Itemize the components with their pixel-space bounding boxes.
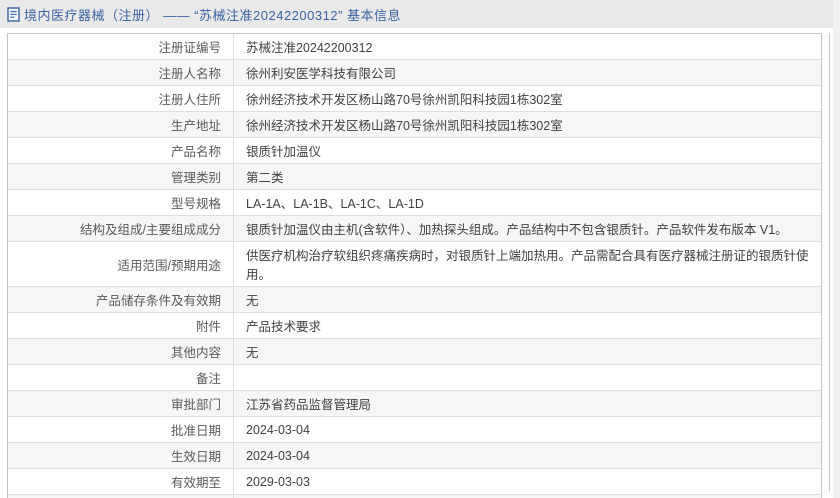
registration-info-table: 注册证编号 苏械注准20242200312 注册人名称 徐州利安医学科技有限公司… <box>7 33 822 498</box>
row-value: 第二类 <box>233 163 822 190</box>
row-value: 产品技术要求 <box>233 312 822 339</box>
table-row: 生效日期 2024-03-04 <box>7 442 822 469</box>
row-value: 徐州经济技术开发区杨山路70号徐州凯阳科技园1栋302室 <box>233 111 822 138</box>
row-value: 江苏省药品监督管理局 <box>233 390 822 417</box>
row-label: 审批部门 <box>7 390 234 417</box>
table-row: 批准日期 2024-03-04 <box>7 416 822 443</box>
row-label-text: 其他内容 <box>170 346 221 360</box>
page-title: 境内医疗器械（注册） —— “苏械注准20242200312” 基本信息 <box>24 7 402 23</box>
content-panel: 注册证编号 苏械注准20242200312 注册人名称 徐州利安医学科技有限公司… <box>0 28 840 498</box>
row-label: 产品名称 <box>7 137 234 164</box>
row-label-text: 适用范围/预期用途 <box>117 258 221 273</box>
table-row: 型号规格 LA-1A、LA-1B、LA-1C、LA-1D <box>7 189 822 216</box>
table-row: 有效期至 2029-03-03 <box>7 468 822 495</box>
row-value: 苏械注准20242200312 <box>233 33 822 60</box>
row-label-text: 结构及组成/主要组成成分 <box>80 223 221 237</box>
row-label: 生产地址 <box>7 111 234 138</box>
row-label: 注册证编号 <box>7 33 234 60</box>
table-row: 附件 产品技术要求 <box>7 312 822 339</box>
table-row: 审批部门 江苏省药品监督管理局 <box>7 390 822 417</box>
row-value: 徐州利安医学科技有限公司 <box>233 59 822 86</box>
row-value: 供医疗机构治疗软组织疼痛疾病时，对银质针上端加热用。产品需配合具有医疗器械注册证… <box>233 241 822 287</box>
table-row: 备注 <box>7 364 822 391</box>
title-bar: 境内医疗器械（注册） —— “苏械注准20242200312” 基本信息 <box>0 0 840 28</box>
page-right-scroll-strip[interactable] <box>833 0 840 498</box>
row-label: 附件 <box>7 312 234 339</box>
row-label: 注册人名称 <box>7 59 234 86</box>
row-value: 2024-03-04 <box>233 416 822 443</box>
row-label: 生效日期 <box>7 442 234 469</box>
row-label-text: 附件 <box>195 320 221 334</box>
row-label-text: 产品名称 <box>170 145 221 159</box>
table-row: 管理类别 第二类 <box>7 163 822 190</box>
row-label-text: 批准日期 <box>170 424 221 438</box>
row-label: 批准日期 <box>7 416 234 443</box>
row-value <box>233 494 822 498</box>
row-value: 银质针加温仪 <box>233 137 822 164</box>
table-row: 适用范围/预期用途 供医疗机构治疗软组织疼痛疾病时，对银质针上端加热用。产品需配… <box>7 241 822 287</box>
row-label-text: 注册证编号 <box>158 41 221 55</box>
table-row: 产品名称 银质针加温仪 <box>7 137 822 164</box>
row-label: 型号规格 <box>7 189 234 216</box>
row-label: 其他内容 <box>7 338 234 365</box>
row-label-text: 生效日期 <box>170 450 221 464</box>
row-value: 无 <box>233 338 822 365</box>
table-row: 产品储存条件及有效期 无 <box>7 286 822 313</box>
row-label-text: 管理类别 <box>170 171 221 185</box>
row-value: 无 <box>233 286 822 313</box>
row-label: 适用范围/预期用途 <box>7 241 234 287</box>
table-row: 注册人住所 徐州经济技术开发区杨山路70号徐州凯阳科技园1栋302室 <box>7 85 822 112</box>
row-value: 银质针加温仪由主机(含软件）、加热探头组成。产品结构中不包含银质针。产品软件发布… <box>233 215 822 242</box>
row-value: 2024-03-04 <box>233 442 822 469</box>
row-value: LA-1A、LA-1B、LA-1C、LA-1D <box>233 189 822 216</box>
table-row: 其他内容 无 <box>7 338 822 365</box>
row-value: 徐州经济技术开发区杨山路70号徐州凯阳科技园1栋302室 <box>233 85 822 112</box>
table-row: 生产地址 徐州经济技术开发区杨山路70号徐州凯阳科技园1栋302室 <box>7 111 822 138</box>
row-label-text: 型号规格 <box>170 197 221 211</box>
row-label: 注册人住所 <box>7 85 234 112</box>
row-label-text: 有效期至 <box>170 476 221 490</box>
row-label: 备注 <box>7 364 234 391</box>
row-label: 有效期至 <box>7 468 234 495</box>
row-label: 产品储存条件及有效期 <box>7 286 234 313</box>
row-label: 管理类别 <box>7 163 234 190</box>
document-icon <box>7 6 20 22</box>
table-row: 变更情况 <box>7 494 822 498</box>
row-label-text: 生产地址 <box>170 119 221 133</box>
row-label-text: 注册人名称 <box>158 67 221 81</box>
row-value: 2029-03-03 <box>233 468 822 495</box>
info-table-body: 注册证编号 苏械注准20242200312 注册人名称 徐州利安医学科技有限公司… <box>7 33 822 498</box>
table-row: 结构及组成/主要组成成分 银质针加温仪由主机(含软件）、加热探头组成。产品结构中… <box>7 215 822 242</box>
row-label-text: 备注 <box>195 372 221 386</box>
row-label: 变更情况 <box>7 494 234 498</box>
row-label: 结构及组成/主要组成成分 <box>7 215 234 242</box>
row-label-text: 审批部门 <box>170 398 221 412</box>
table-row: 注册证编号 苏械注准20242200312 <box>7 33 822 60</box>
table-row: 注册人名称 徐州利安医学科技有限公司 <box>7 59 822 86</box>
row-label-text: 产品储存条件及有效期 <box>95 294 221 308</box>
row-label-text: 注册人住所 <box>158 93 221 107</box>
vertical-scrollbar[interactable] <box>821 33 830 491</box>
row-value <box>233 364 822 391</box>
